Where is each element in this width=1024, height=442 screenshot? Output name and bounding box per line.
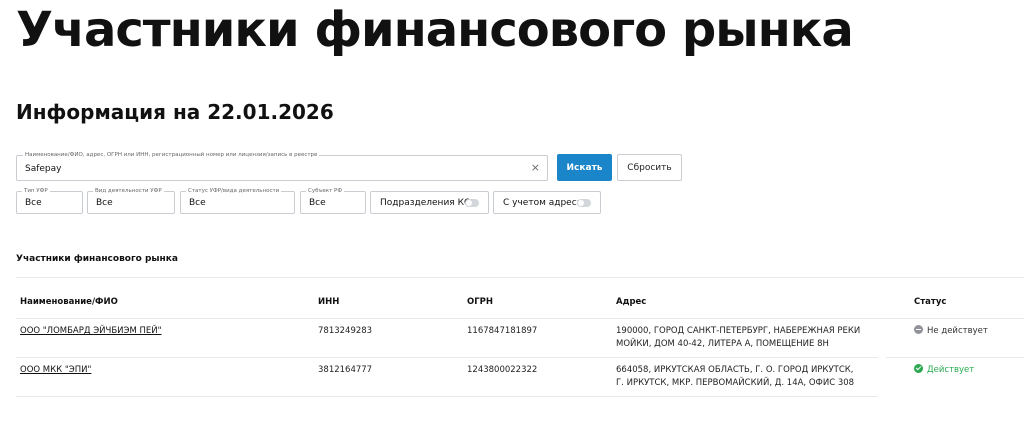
filter-activity-type[interactable]: Вид деятельности УФР Все: [87, 187, 175, 214]
status-text: Действует: [927, 365, 975, 375]
row-inn: 3812164777: [318, 365, 373, 375]
row-address-line: 190000, ГОРОД САНКТ-ПЕТЕРБУРГ, НАБЕРЕЖНА…: [616, 326, 861, 336]
toggle-ko-divisions[interactable]: Подразделения КО: [370, 191, 489, 214]
toggle-label: Подразделения КО: [380, 198, 472, 208]
page-title: Участники финансового рынка: [16, 2, 854, 58]
info-date-heading: Информация на 22.01.2026: [16, 100, 334, 124]
status-inactive-icon: [914, 325, 923, 334]
results-section-title: Участники финансового рынка: [16, 254, 178, 264]
toggle-switch[interactable]: [465, 199, 479, 207]
row-address-line: МОЙКИ, ДОМ 40-42, ЛИТЕРА А, ПОМЕЩЕНИЕ 8Н: [616, 339, 829, 349]
table-divider: [16, 318, 1024, 319]
filter-value: Все: [189, 198, 206, 208]
filter-label: Субъект РФ: [306, 187, 345, 195]
row-name-link[interactable]: ООО МКК "ЭПИ": [20, 364, 91, 377]
row-address-line: 664058, ИРКУТСКАЯ ОБЛАСТЬ, Г. О. ГОРОД И…: [616, 365, 854, 375]
reset-button[interactable]: Сбросить: [617, 154, 682, 181]
filter-label: Статус УФР/вида деятельности: [186, 187, 282, 195]
filter-label: Тип УФР: [22, 187, 50, 195]
filter-status[interactable]: Статус УФР/вида деятельности Все: [180, 187, 295, 214]
filter-value: Все: [309, 198, 326, 208]
search-input[interactable]: [25, 162, 515, 176]
column-header-inn: ИНН: [318, 297, 340, 307]
filter-ufr-type[interactable]: Тип УФР Все: [16, 187, 83, 214]
table-divider: [16, 357, 878, 358]
search-field[interactable]: Наименование/ФИО, адрес, ОГРН или ИНН, р…: [16, 151, 548, 181]
search-field-label: Наименование/ФИО, адрес, ОГРН или ИНН, р…: [23, 151, 320, 159]
divider: [16, 277, 1024, 278]
table-divider: [16, 396, 878, 397]
row-ogrn: 1167847181897: [467, 326, 538, 336]
toggle-label: С учетом адреса: [503, 198, 583, 208]
toggle-switch[interactable]: [577, 199, 591, 207]
row-ogrn: 1243800022322: [467, 365, 538, 375]
filter-region[interactable]: Субъект РФ Все: [300, 187, 366, 214]
status-badge: Не действует: [914, 325, 988, 338]
filter-value: Все: [96, 198, 113, 208]
table-divider: [886, 357, 1024, 358]
search-button[interactable]: Искать: [557, 154, 612, 181]
status-active-icon: [914, 364, 923, 373]
row-name-link[interactable]: ООО "ЛОМБАРД ЭЙЧБИЭМ ПЕЙ": [20, 325, 162, 338]
status-text: Не действует: [927, 326, 988, 336]
column-header-status: Статус: [914, 297, 947, 307]
toggle-with-address[interactable]: С учетом адреса: [493, 191, 601, 214]
filter-value: Все: [25, 198, 42, 208]
row-address-line: Г. ИРКУТСК, МКР. ПЕРВОМАЙСКИЙ, Д. 14А, О…: [616, 378, 855, 388]
column-header-address: Адрес: [616, 297, 647, 307]
filter-label: Вид деятельности УФР: [93, 187, 164, 195]
column-header-name: Наименование/ФИО: [20, 297, 118, 307]
row-inn: 7813249283: [318, 326, 373, 336]
column-header-ogrn: ОГРН: [467, 297, 493, 307]
clear-icon[interactable]: ×: [531, 161, 540, 175]
status-badge: Действует: [914, 364, 974, 377]
